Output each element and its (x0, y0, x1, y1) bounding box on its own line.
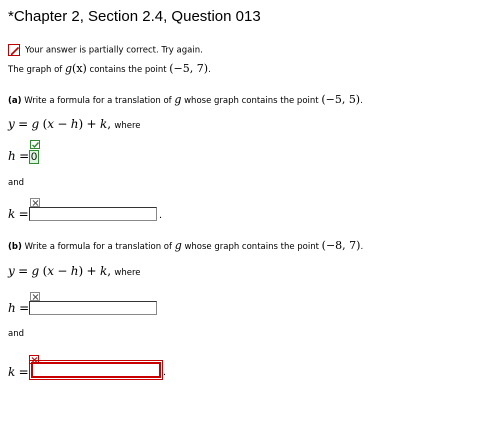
part-b-question-text: Write a formula for a translation of (24, 242, 172, 252)
part-a-k-equals: = (18, 207, 29, 221)
part-a-question-text: Write a formula for a translation of (24, 96, 172, 106)
part-b-k-input[interactable] (29, 360, 163, 380)
eq-comma: , (107, 117, 112, 131)
part-a-k-input[interactable] (29, 207, 157, 221)
pencil-icon (8, 44, 20, 56)
part-b-label: (b) (8, 242, 22, 252)
intro-text: The graph of (8, 65, 63, 75)
part-b-k-period: . (163, 366, 167, 378)
eq-x: x (47, 264, 55, 278)
x-mark-icon (30, 198, 40, 207)
eq-comma: , (107, 264, 112, 278)
eq-where: where (114, 268, 141, 278)
part-a-k-period: . (159, 209, 163, 221)
eq-g: g (31, 264, 40, 278)
intro-arg: (x) (72, 62, 87, 75)
eq-equals: = (18, 117, 29, 131)
eq-x: x (47, 117, 55, 131)
intro-end: . (208, 65, 211, 75)
status-message: Your answer is partially correct. Try ag… (25, 45, 203, 56)
part-a-h-label: h (8, 149, 16, 163)
intro-func: g (65, 62, 73, 75)
part-b-h-input[interactable] (29, 301, 157, 315)
part-a-h-equals: = (19, 149, 30, 163)
part-a-func: g (174, 93, 182, 106)
part-a-end: . (360, 96, 363, 106)
eq-close-paren: ) (78, 264, 84, 278)
part-b-h-label-row: h = (8, 301, 29, 315)
eq-h: h (70, 117, 79, 131)
intro-mid: contains the point (89, 65, 167, 75)
part-b-k-label: k (8, 365, 16, 379)
part-b-question-mid: whose graph contains the point (184, 242, 319, 252)
part-b-question: (b) Write a formula for a translation of… (8, 239, 363, 252)
part-b-end: . (360, 242, 364, 252)
part-a-equation: y = g (x − h) + k, where (8, 117, 141, 131)
eq-y: y (8, 264, 15, 278)
part-b-equation: y = g (x − h) + k, where (8, 264, 141, 278)
part-a-label: (a) (8, 96, 22, 106)
eq-plus: + (86, 117, 97, 131)
eq-g: g (31, 117, 40, 131)
part-a-h-input[interactable]: 0 (29, 150, 39, 164)
eq-h: h (70, 264, 79, 278)
part-a-and: and (8, 178, 24, 188)
eq-close-paren: ) (78, 117, 84, 131)
eq-plus: + (86, 264, 97, 278)
eq-y: y (8, 117, 15, 131)
part-a-point: (−5, 5) (321, 93, 361, 106)
part-b-point: (−8, 7) (321, 239, 361, 252)
part-b-func: g (174, 239, 182, 252)
problem-statement: The graph of g(x) contains the point (−5… (8, 62, 211, 75)
part-a-k-label: k (8, 207, 16, 221)
part-a-question: (a) Write a formula for a translation of… (8, 93, 363, 106)
part-a-h-label-row: h = (8, 149, 29, 163)
check-icon (30, 140, 40, 149)
part-a-k-label-row: k = (8, 207, 29, 221)
part-b-k-label-row: k = (8, 365, 29, 379)
eq-where: where (114, 121, 141, 131)
eq-minus: − (57, 117, 68, 131)
part-a-question-mid: whose graph contains the point (184, 96, 319, 106)
part-b-h-label: h (8, 301, 16, 315)
x-mark-icon (30, 292, 40, 301)
page-title: *Chapter 2, Section 2.4, Question 013 (8, 8, 261, 25)
part-b-k-equals: = (18, 365, 29, 379)
eq-equals: = (18, 264, 29, 278)
part-b-and: and (8, 329, 24, 339)
status-message-row: Your answer is partially correct. Try ag… (8, 44, 203, 56)
part-b-h-equals: = (19, 301, 30, 315)
eq-minus: − (57, 264, 68, 278)
intro-point: (−5, 7) (169, 62, 209, 75)
